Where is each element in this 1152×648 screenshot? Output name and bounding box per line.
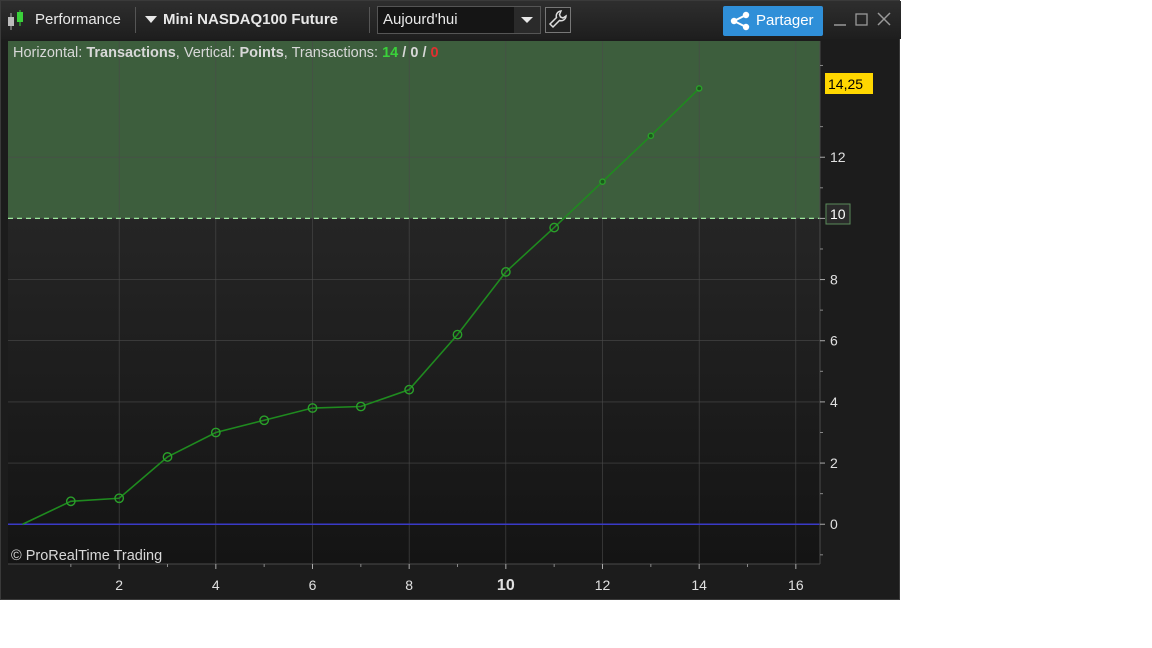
info-losses: 0 [431, 45, 439, 61]
x-tick-label: 8 [405, 577, 413, 593]
x-tick-label: 4 [212, 577, 220, 593]
y-tick-label: 8 [830, 272, 838, 288]
y-tick-label: 2 [830, 455, 838, 471]
data-point [695, 85, 703, 92]
y-axis: 0 2 4 6 8 12 [820, 64, 846, 556]
x-tick-label: 12 [595, 577, 611, 593]
info-total: 14 [382, 45, 398, 61]
copyright: © ProRealTime Trading [11, 548, 162, 564]
x-tick-label: 16 [788, 577, 804, 593]
target-value-label: 10 [825, 203, 851, 225]
last-value-text: 14,25 [828, 76, 863, 92]
x-tick-label: 14 [691, 577, 707, 593]
y-tick-label: 6 [830, 333, 838, 349]
info-v-prefix: , Vertical: [176, 45, 240, 61]
data-point [599, 178, 606, 185]
info-sep-2: / [418, 45, 430, 61]
info-h-prefix: Horizontal: [13, 45, 86, 61]
y-tick-label: 12 [830, 149, 846, 165]
y-tick-label: 4 [830, 394, 838, 410]
info-v-value: Points [239, 45, 283, 61]
x-tick-label: 10 [497, 577, 515, 594]
performance-chart[interactable]: 0 2 4 6 8 12 2 4 6 8 10 12 14 16 Horizontal: Transac… [1, 1, 901, 601]
y-tick-label: 0 [830, 516, 838, 532]
x-tick-label: 6 [309, 577, 317, 593]
target-value-text: 10 [830, 206, 846, 222]
info-t-prefix: , Transactions: [284, 45, 382, 61]
x-axis: 2 4 6 8 10 12 14 16 [70, 564, 804, 594]
target-zone [8, 41, 820, 219]
x-tick-label: 2 [115, 577, 123, 593]
info-sep-1: / [398, 45, 410, 61]
info-h-value: Transactions [86, 45, 175, 61]
performance-window: Performance Mini NASDAQ100 Future Aujour… [0, 0, 901, 601]
info-neutral: 0 [410, 45, 418, 61]
last-value-badge: 14,25 [825, 73, 873, 94]
data-point [647, 132, 655, 140]
chart-info: Horizontal: Transactions, Vertical: Poin… [13, 45, 439, 61]
